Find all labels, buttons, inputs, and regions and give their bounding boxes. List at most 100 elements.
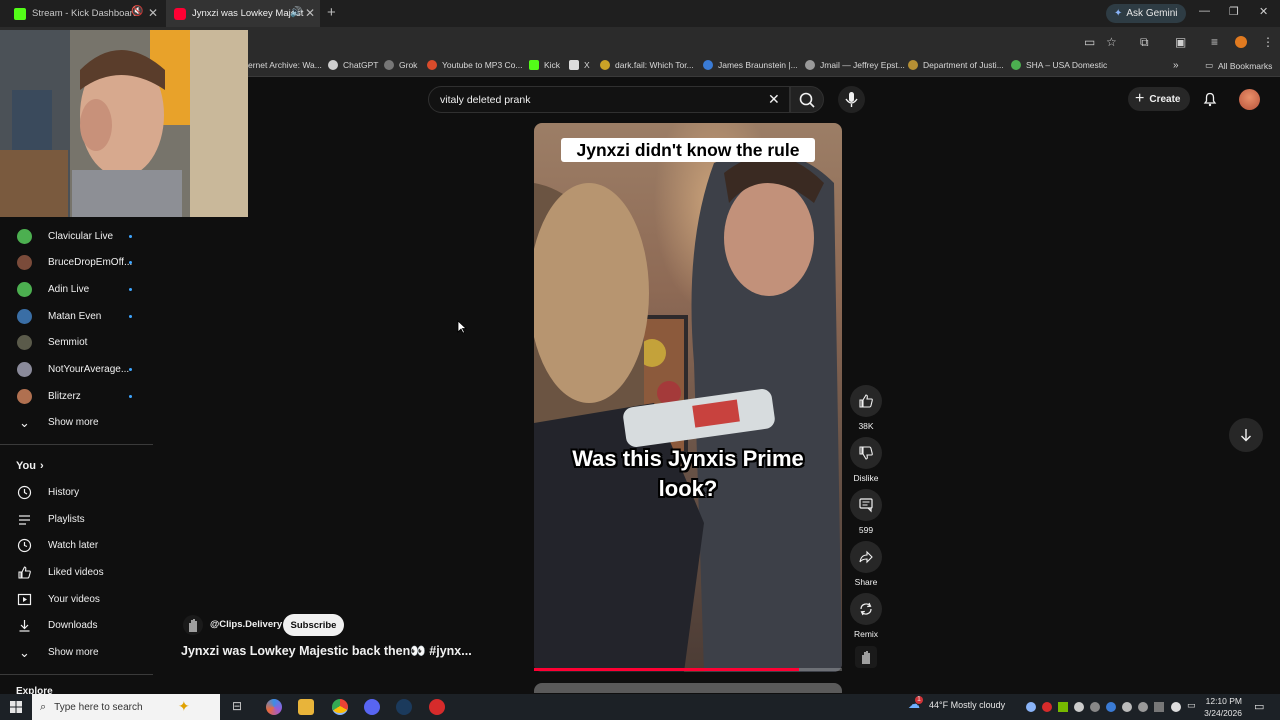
new-tab-button[interactable]: + [327,4,336,21]
cast-icon[interactable]: ▭ [1084,35,1095,49]
bluetooth-icon[interactable] [1106,702,1116,712]
comments-button[interactable] [850,489,882,521]
more-menu-icon[interactable]: ⋮ [1262,35,1274,49]
minimize-button[interactable]: — [1199,5,1210,17]
shorts-video-player[interactable] [534,123,842,672]
bookmark-x[interactable]: X [569,60,590,70]
copilot-icon[interactable] [266,699,282,715]
bookmark-dark-fail[interactable]: dark.fail: Which Tor... [600,60,694,70]
discord-icon[interactable] [364,699,380,715]
chatgpt-icon [328,60,338,70]
clear-search-icon[interactable]: ✕ [768,91,780,108]
task-view-icon[interactable]: ⊟ [232,699,248,715]
chevron-down-icon: ⌄ [19,414,30,430]
playlists-icon [19,514,30,525]
bookmark-youtube-to-mp3[interactable]: Youtube to MP3 Co... [427,60,523,70]
tray-app-icon[interactable] [1090,702,1100,712]
tray-nvidia-icon[interactable] [1058,702,1068,712]
sidebar-item-watch-later[interactable]: Watch later [0,532,153,558]
sidebar-item-liked-videos[interactable]: Liked videos [0,559,153,585]
bookmark-james-braunstein[interactable]: James Braunstein |... [703,60,798,70]
file-explorer-icon[interactable] [298,699,314,715]
search-button[interactable] [790,86,824,113]
like-button[interactable] [850,385,882,417]
sidebar-show-more[interactable]: ⌄ Show more [0,409,153,435]
next-short-button[interactable] [1229,418,1263,452]
sidebar-item-downloads[interactable]: Downloads [0,612,153,638]
account-avatar[interactable] [1239,89,1260,110]
profile-avatar[interactable] [1235,36,1247,48]
folder-icon: ▭ [1205,60,1214,70]
bookmark-star-icon[interactable]: ☆ [1106,35,1117,49]
sidebar-item-blitzerz[interactable]: Blitzerz [0,383,153,409]
channel-avatar[interactable] [183,615,203,635]
bookmarks-overflow-icon[interactable]: » [1173,60,1179,71]
channel-avatar [17,388,32,404]
search-input[interactable]: vitaly deleted prank ✕ [428,86,790,113]
channel-name[interactable]: @Clips.Delivery [210,619,282,630]
notification-center-icon[interactable]: ▭ [1254,700,1264,713]
tray-app-icon[interactable] [1171,702,1181,712]
ask-gemini-button[interactable]: ✦ Ask Gemini [1106,4,1186,23]
steam-icon[interactable] [396,699,412,715]
app-icon[interactable] [429,699,445,715]
all-bookmarks-button[interactable]: ▭ All Bookmarks [1205,60,1272,71]
sidebar-item-matan-even[interactable]: Matan Even [0,303,153,329]
sidebar-item-semmiot[interactable]: Semmiot [0,329,153,355]
close-tab-icon[interactable]: ✕ [148,6,158,20]
video-progress-bar[interactable] [534,668,842,671]
bookmark-grok[interactable]: Grok [384,60,417,70]
notifications-icon[interactable] [1202,91,1218,107]
tab-kick-dashboard[interactable]: Stream - Kick Dashboard 🔇 ✕ [0,0,165,27]
close-window-button[interactable]: ✕ [1259,5,1268,18]
subscribe-button[interactable]: Subscribe [283,614,344,636]
sidebar-item-brucedropemoff[interactable]: BruceDropEmOff... [0,249,153,275]
sidebar-item-clavicular-live[interactable]: Clavicular Live [0,223,153,249]
sidebar-show-more-you[interactable]: ⌄ Show more [0,639,153,665]
sidebar-item-notyouraverage[interactable]: NotYourAverage... [0,356,153,382]
sidebar-item-history[interactable]: History [0,479,153,505]
webcam-feed [0,30,248,217]
voice-search-button[interactable] [838,86,865,113]
bookmark-jmail[interactable]: Jmail — Jeffrey Epst... [805,60,905,70]
clock-time[interactable]: 12:10 PM [1204,696,1242,706]
sidebar-item-playlists[interactable]: Playlists [0,506,153,532]
tab-search-icon[interactable]: ▣ [1175,35,1186,49]
create-button[interactable]: + Create [1128,87,1190,111]
tray-app-icon[interactable] [1074,702,1084,712]
tray-app-icon[interactable] [1138,702,1148,712]
weather-text[interactable]: 44°F Mostly cloudy [929,700,1005,710]
taskbar-search-box[interactable]: ⌕ Type here to search ✦ [32,694,220,720]
tray-app-icon[interactable] [1026,702,1036,712]
tray-opera-icon[interactable] [1042,702,1052,712]
mute-icon[interactable]: 🔇 [131,6,143,17]
sidebar-item-adin-live[interactable]: Adin Live [0,276,153,302]
audio-playing-icon[interactable]: 🔊 [290,7,302,18]
sidebar-item-your-videos[interactable]: Your videos [0,586,153,612]
tab-youtube-short[interactable]: Jynxzi was Lowkey Majestic 🔊 ✕ [166,0,320,27]
sidebar-you-heading[interactable]: You › [0,453,153,479]
bookmark-department-of-justice[interactable]: Department of Justi... [908,60,1004,70]
media-controls-icon[interactable]: ≡ [1211,35,1218,49]
close-tab-icon[interactable]: ✕ [305,6,315,20]
network-icon[interactable]: ▭ [1187,700,1196,711]
video-title[interactable]: Jynxzi was Lowkey Majestic back then👀 #j… [181,644,472,659]
bookmark-internet-archive[interactable]: ernet Archive: Wa... [248,60,322,70]
hand-emoji-icon [189,619,197,632]
clock-date[interactable]: 3/24/2026 [1201,708,1242,718]
next-short-preview[interactable] [534,683,842,693]
dislike-button[interactable] [850,437,882,469]
tray-app-icon[interactable] [1154,702,1164,712]
share-button[interactable] [850,541,882,573]
comment-icon [859,498,873,513]
sound-thumbnail[interactable] [855,646,877,668]
chrome-icon[interactable] [332,699,348,715]
extensions-icon[interactable]: ⧉ [1140,35,1149,50]
restore-button[interactable]: ❐ [1229,5,1239,18]
tray-app-icon[interactable] [1122,702,1132,712]
windows-start-icon[interactable] [10,701,22,713]
bookmark-sha[interactable]: SHA – USA Domestic [1011,60,1107,70]
bookmark-kick[interactable]: Kick [529,60,560,70]
bookmark-chatgpt[interactable]: ChatGPT [328,60,378,70]
remix-button[interactable] [850,593,882,625]
